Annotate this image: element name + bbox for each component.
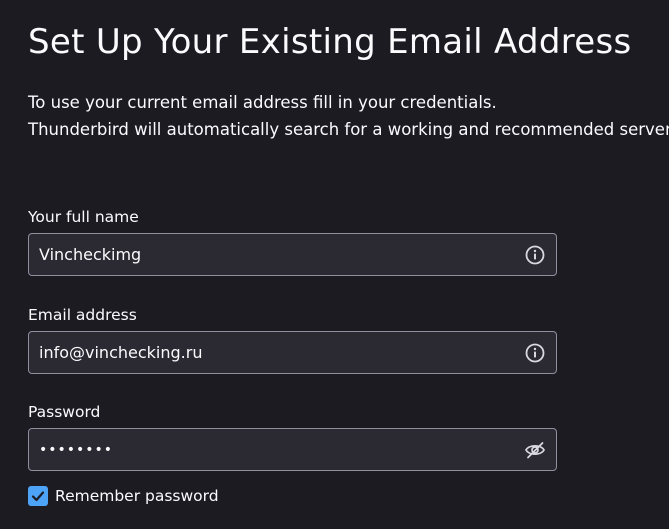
page-description: To use your current email address fill i… bbox=[28, 89, 669, 143]
email-label: Email address bbox=[28, 306, 137, 324]
description-line-2: Thunderbird will automatically search fo… bbox=[28, 120, 669, 139]
remember-password-label: Remember password bbox=[55, 487, 219, 505]
password-field[interactable]: •••••••• bbox=[28, 428, 557, 471]
info-icon[interactable] bbox=[524, 244, 546, 266]
full-name-value: Vincheckimg bbox=[39, 245, 142, 264]
password-value: •••••••• bbox=[39, 442, 114, 458]
page-title: Set Up Your Existing Email Address bbox=[28, 22, 632, 62]
email-field[interactable]: info@vinchecking.ru bbox=[28, 331, 557, 374]
remember-password-checkbox[interactable] bbox=[28, 486, 48, 506]
description-line-1: To use your current email address fill i… bbox=[28, 93, 497, 112]
email-value: info@vinchecking.ru bbox=[39, 343, 203, 362]
checkmark-icon bbox=[31, 491, 45, 502]
full-name-field[interactable]: Vincheckimg bbox=[28, 233, 557, 276]
eye-slash-icon[interactable] bbox=[524, 439, 546, 461]
password-label: Password bbox=[28, 403, 101, 421]
info-icon[interactable] bbox=[524, 342, 546, 364]
full-name-label: Your full name bbox=[28, 208, 139, 226]
account-setup-page: Set Up Your Existing Email Address To us… bbox=[0, 0, 669, 529]
